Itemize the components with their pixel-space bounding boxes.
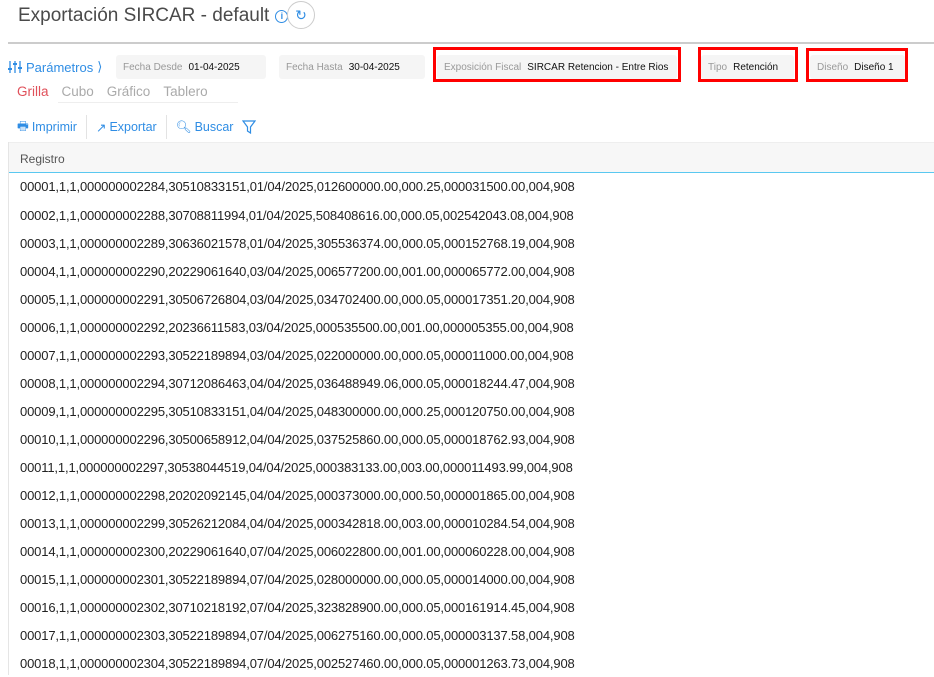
toolbar-separator (85, 115, 87, 139)
fecha-hasta-value: 30-04-2025 (348, 61, 400, 73)
table-row[interactable]: 00007,1,1,000000002293,30522189894,03/04… (9, 341, 934, 369)
table-row[interactable]: 00016,1,1,000000002302,30710218192,07/04… (9, 593, 934, 621)
table-row[interactable]: 00002,1,1,000000002288,30708811994,01/04… (9, 201, 934, 229)
table-row[interactable]: 00014,1,1,000000002300,20229061640,07/04… (9, 537, 934, 565)
parametros-label: Parámetros (26, 59, 94, 75)
toolbar: 🖶 Imprimir ↗ Exportar 🔍︎ Buscar (17, 115, 265, 139)
refresh-icon: ↻ (295, 6, 307, 23)
table-row[interactable]: 00015,1,1,000000002301,30522189894,07/04… (9, 565, 934, 593)
table-row[interactable]: 00011,1,1,000000002297,30538044519,04/04… (9, 453, 934, 481)
divider (8, 42, 934, 44)
page-title-wrap: Exportación SIRCAR - default i (18, 5, 289, 27)
table-row[interactable]: 00009,1,1,000000002295,30510833151,04/04… (9, 397, 934, 425)
grid-body: 00001,1,1,000000002284,30510833151,01/04… (9, 173, 934, 677)
filter-icon (242, 120, 257, 134)
fecha-desde-label: Fecha Desde (123, 61, 183, 73)
imprimir-button[interactable]: 🖶 Imprimir (17, 116, 86, 138)
table-row[interactable]: 00003,1,1,000000002289,30636021578,01/04… (9, 229, 934, 257)
refresh-button[interactable]: ↻ (287, 1, 315, 29)
sliders-icon (8, 61, 22, 73)
fecha-hasta-label: Fecha Hasta (286, 61, 343, 73)
fecha-desde-value: 01-04-2025 (188, 61, 240, 73)
fecha-hasta-field[interactable]: Fecha Hasta 30-04-2025 (279, 55, 425, 79)
table-row[interactable]: 00010,1,1,000000002296,30500658912,04/04… (9, 425, 934, 453)
tabs-underline (58, 102, 238, 103)
highlight-box (806, 48, 908, 82)
tab-grafico[interactable]: Gráfico (107, 84, 151, 99)
tab-cubo[interactable]: Cubo (62, 84, 94, 99)
table-row[interactable]: 00018,1,1,000000002304,30522189894,07/04… (9, 649, 934, 677)
tab-grilla[interactable]: Grilla (17, 84, 49, 99)
exportar-button[interactable]: ↗ Exportar (96, 116, 166, 138)
external-link-icon: ↗ (95, 120, 107, 135)
highlight-box (698, 47, 798, 82)
table-row[interactable]: 00008,1,1,000000002294,30712086463,04/04… (9, 369, 934, 397)
search-icon: 🔍︎ (175, 119, 192, 134)
highlight-box (433, 47, 681, 82)
parametros-toggle[interactable]: Parámetros ⟩ (8, 59, 102, 75)
table-row[interactable]: 00013,1,1,000000002299,30526212084,04/04… (9, 509, 934, 537)
data-grid: Registro 00001,1,1,000000002284,30510833… (8, 142, 934, 675)
chevron-right-icon: ⟩ (97, 59, 103, 74)
table-row[interactable]: 00006,1,1,000000002292,20236611583,03/04… (9, 313, 934, 341)
buscar-button[interactable]: 🔍︎ Buscar (176, 116, 243, 138)
table-row[interactable]: 00012,1,1,000000002298,20202092145,04/04… (9, 481, 934, 509)
toolbar-separator (165, 115, 167, 139)
fecha-desde-field[interactable]: Fecha Desde 01-04-2025 (116, 55, 266, 79)
column-header-registro[interactable]: Registro (9, 142, 934, 173)
printer-icon: 🖶 (17, 118, 29, 133)
table-row[interactable]: 00004,1,1,000000002290,20229061640,03/04… (9, 257, 934, 285)
exportar-label: Exportar (109, 120, 157, 134)
buscar-label: Buscar (194, 120, 234, 134)
imprimir-label: Imprimir (31, 120, 77, 134)
tab-tablero[interactable]: Tablero (163, 84, 207, 99)
view-tabs: Grilla Cubo Gráfico Tablero (17, 84, 208, 99)
page-title: Exportación SIRCAR - default (18, 5, 270, 26)
table-row[interactable]: 00005,1,1,000000002291,30506726804,03/04… (9, 285, 934, 313)
table-row[interactable]: 00001,1,1,000000002284,30510833151,01/04… (9, 173, 934, 201)
filter-button[interactable] (242, 116, 265, 138)
table-row[interactable]: 00017,1,1,000000002303,30522189894,07/04… (9, 621, 934, 649)
